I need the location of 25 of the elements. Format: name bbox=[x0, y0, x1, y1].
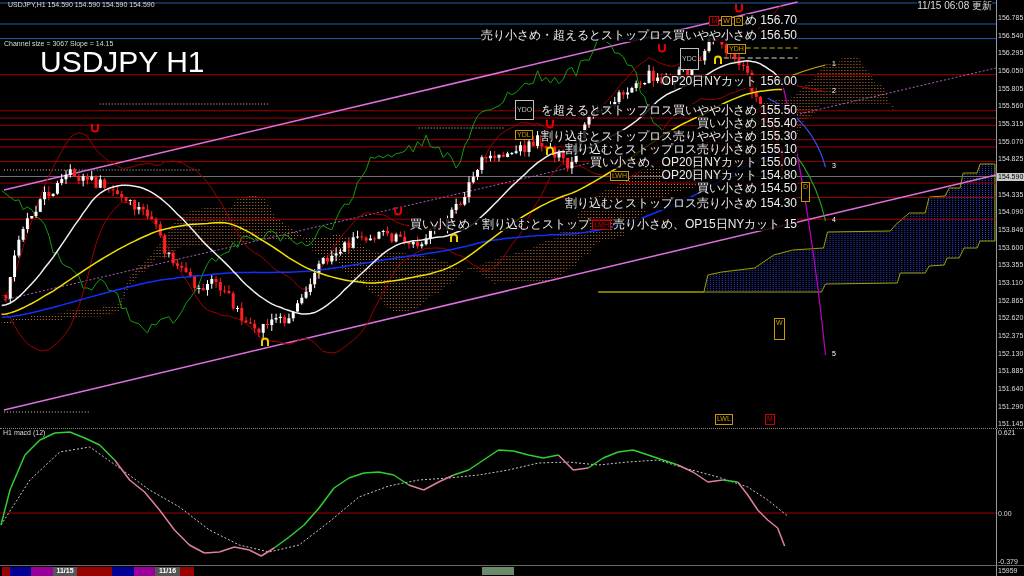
level-annotation: め 156.70 bbox=[744, 14, 797, 27]
level-annotation: 買い小さめ 155.40 bbox=[696, 117, 797, 130]
level-annotation: 割り込むとストップロス売り小さめ 155.10 bbox=[564, 143, 797, 156]
arch-marker-icon bbox=[713, 55, 723, 65]
arch-marker-icon bbox=[260, 337, 270, 347]
level-annotation: 割り込むとストップロス売り小さめ 154.30 bbox=[564, 197, 797, 210]
arch-marker-icon bbox=[449, 233, 459, 243]
level-annotation: 割り込むとストップロス売りやや小さめ 155.30 bbox=[540, 130, 797, 143]
u-shape-marker-icon bbox=[90, 123, 100, 133]
level-annotation: 買い小さめ、OP20日NYカット 155.00 bbox=[589, 156, 797, 169]
level-annotation: を超えるとストップロス買いやや小さめ 155.50 bbox=[540, 104, 797, 117]
level-annotation: 買い小さめ 154.50 bbox=[696, 182, 797, 195]
u-shape-marker-icon bbox=[657, 43, 667, 53]
arch-marker-icon bbox=[545, 146, 555, 156]
u-shape-marker-icon bbox=[734, 3, 744, 13]
chart-title: USDJPY H1 bbox=[40, 47, 205, 77]
u-shape-marker-icon bbox=[545, 119, 555, 129]
u-shape-marker-icon bbox=[393, 206, 403, 216]
level-annotation: 売り小さめ、OP15日NYカット 15 bbox=[612, 218, 797, 231]
level-annotation: 買い小さめ・割り込むとストップ bbox=[410, 218, 591, 231]
level-annotation: OP20日NYカット 156.00 bbox=[661, 75, 797, 88]
level-annotation: 売り小さめ・超えるとストップロス買いやや小さめ 156.50 bbox=[480, 29, 797, 42]
level-annotation: OP20日NYカット 154.80 bbox=[661, 169, 797, 182]
update-time-text: 11/15 06:08 更新 bbox=[917, 0, 992, 11]
status-indicator bbox=[482, 567, 514, 575]
